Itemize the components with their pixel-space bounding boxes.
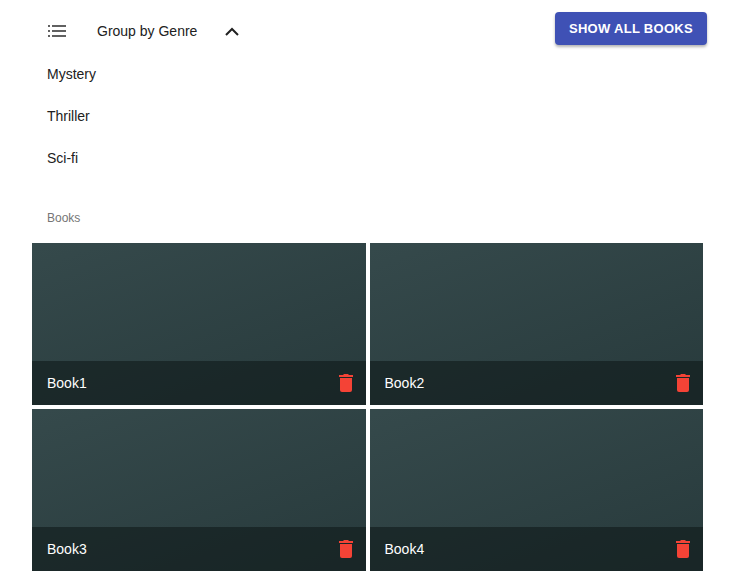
group-by-toggle[interactable]: Group by Genre <box>0 0 239 53</box>
tile-title-bar: Book3 <box>32 527 366 571</box>
trash-icon[interactable] <box>675 540 691 558</box>
book-tile[interactable]: Book2 <box>370 243 704 405</box>
book-tile[interactable]: Book3 <box>32 409 366 571</box>
group-label: Group by Genre <box>97 23 197 39</box>
book-title: Book1 <box>47 375 87 391</box>
genre-item[interactable]: Thriller <box>0 95 732 137</box>
tile-title-bar: Book4 <box>370 527 704 571</box>
trash-icon[interactable] <box>675 374 691 392</box>
genre-list: MysteryThrillerSci-fi <box>0 53 732 179</box>
show-all-books-button[interactable]: SHOW ALL BOOKS <box>555 12 707 45</box>
book-title: Book3 <box>47 541 87 557</box>
book-tile[interactable]: Book4 <box>370 409 704 571</box>
book-title: Book4 <box>385 541 425 557</box>
toolbar: Group by Genre SHOW ALL BOOKS <box>0 0 732 53</box>
book-title: Book2 <box>385 375 425 391</box>
books-subheader: Books <box>0 179 732 243</box>
trash-icon[interactable] <box>338 374 354 392</box>
book-tile[interactable]: Book1 <box>32 243 366 405</box>
tile-title-bar: Book1 <box>32 361 366 405</box>
chevron-icon <box>225 27 239 36</box>
tile-title-bar: Book2 <box>370 361 704 405</box>
list-icon <box>48 25 66 37</box>
genre-item[interactable]: Sci-fi <box>0 137 732 179</box>
trash-icon[interactable] <box>338 540 354 558</box>
book-grid: Book1 Book2 Book3 Book4 <box>32 243 703 571</box>
genre-item[interactable]: Mystery <box>0 53 732 95</box>
